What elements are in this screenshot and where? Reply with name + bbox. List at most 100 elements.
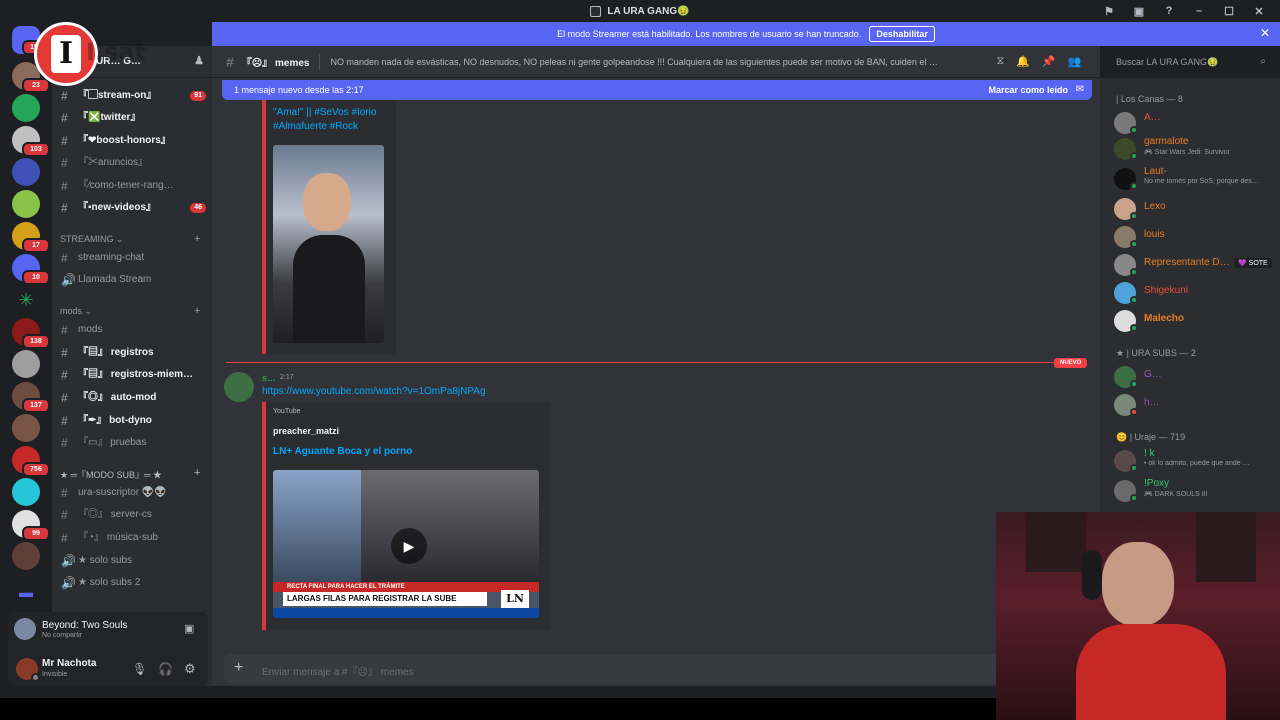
status-indicator [1130, 268, 1138, 276]
channel-boost-honors[interactable]: # 『❤boost-honors』 [58, 131, 208, 151]
search-input[interactable]: Buscar LA URA GANG🤢 ⌕ [1110, 52, 1272, 72]
youtube-embed: YouTube preacher_matzi LN+ Aguante Boca … [262, 402, 550, 630]
stream-icon[interactable]: ▣ [184, 622, 194, 635]
category-streaming[interactable]: STREAMING ⌄ + [60, 233, 200, 245]
member-item[interactable]: !Poxy 🎮 DARK SOULS III [1114, 478, 1280, 504]
member-item[interactable]: h… [1114, 392, 1280, 418]
new-messages-bar[interactable]: 1 mensaje nuevo desde las 2:17 Marcar co… [222, 80, 1092, 100]
webcam-overlay [996, 512, 1280, 720]
disable-streamer-button[interactable]: Deshabilitar [869, 26, 935, 42]
channel-solo-subs-2[interactable]: 🔊 ★ solo subs 2 [58, 573, 208, 593]
channel-musica-sub[interactable]: # 『◔』 música-sub [58, 528, 208, 548]
channel-llamada-stream[interactable]: 🔊 Llamada Stream [58, 270, 208, 290]
mention-badge: 17 [22, 238, 50, 253]
category-label: ★ ═『MODO SUB』═ ★ [60, 470, 162, 480]
server-icon[interactable] [12, 158, 40, 186]
channel-ura-suscriptor[interactable]: # ura-suscriptor 👽👽 [58, 483, 208, 503]
minimize-button[interactable]: – [1184, 5, 1214, 17]
bell-icon[interactable]: 🔔 [1016, 55, 1030, 68]
add-channel-icon[interactable]: + [194, 467, 200, 479]
message-link[interactable]: https://www.youtube.com/watch?v=1OmPa8jN… [262, 386, 486, 397]
channel-pruebas[interactable]: # 『▭』 pruebas [58, 433, 208, 453]
video-thumbnail[interactable]: ▶ RECTA FINAL PARA HACER EL TRÁMITE LARG… [273, 470, 539, 618]
embed-title[interactable]: LN+ Aguante Boca y el porno [273, 446, 412, 457]
mark-as-read-button[interactable]: Marcar como leído [988, 85, 1068, 95]
folder-icon[interactable]: ▬ [12, 578, 40, 606]
network-logo-icon: LN [501, 590, 529, 608]
server-icon[interactable] [12, 94, 40, 122]
screen-share-icon[interactable]: ▣ [1124, 5, 1154, 18]
chat-header: # 『☹』 memes NO manden nada de esvásticas… [212, 46, 1100, 78]
embed-line[interactable]: #Almafuerte #Rock [273, 120, 397, 134]
pin-icon[interactable]: 📌 [1042, 55, 1056, 68]
server-icon[interactable] [12, 414, 40, 442]
member-item[interactable]: Lexo [1114, 196, 1280, 222]
channel-topic[interactable]: NO manden nada de esvásticas, NO desnudo… [330, 57, 940, 67]
channel-mods[interactable]: # mods [58, 320, 208, 340]
category-mods[interactable]: mods ⌄ + [60, 305, 200, 317]
member-item[interactable]: G… [1114, 364, 1280, 390]
server-icon[interactable] [12, 542, 40, 570]
add-channel-icon[interactable]: + [194, 305, 200, 317]
headphones-icon[interactable]: 🎧 [158, 662, 173, 676]
channel-auto-mod[interactable]: # 『◎』 auto-mod [58, 388, 208, 408]
help-icon[interactable]: ? [1154, 5, 1184, 17]
play-icon[interactable]: ▶ [391, 528, 427, 564]
maximize-button[interactable]: ☐ [1214, 5, 1244, 18]
channel-label: 『❎twitter』 [78, 112, 141, 123]
server-icon[interactable] [12, 478, 40, 506]
server-icon[interactable]: ✳ [12, 286, 40, 314]
channel-label: 『✒』 bot-dyno [78, 415, 152, 426]
avatar[interactable] [224, 372, 254, 402]
message-author[interactable]: s… [262, 373, 276, 383]
channel-streaming-chat[interactable]: # streaming-chat [58, 248, 208, 268]
channel-stream-on[interactable]: # 『▢stream-on』 91 [58, 86, 208, 106]
close-icon[interactable]: ✕ [1260, 26, 1270, 40]
add-channel-icon[interactable]: + [194, 233, 200, 245]
server-icon[interactable] [12, 190, 40, 218]
channel-bot-dyno[interactable]: # 『✒』 bot-dyno [58, 411, 208, 431]
close-window-button[interactable]: ✕ [1244, 5, 1274, 18]
role-tag: 💜 SOTE [1234, 258, 1272, 268]
member-item[interactable]: Shigekuni [1114, 280, 1280, 306]
add-member-icon[interactable]: ♟ [194, 54, 204, 67]
member-name: Lexo [1144, 201, 1166, 212]
channel-registros-miembros[interactable]: # 『▤』 registros-miem… [58, 365, 208, 385]
embed: "Ama!" || #SeVos #Iorio #Almafuerte #Roc… [262, 100, 396, 354]
mention-badge: 91 [190, 91, 206, 101]
server-icon[interactable] [12, 350, 40, 378]
add-attachment-icon[interactable]: + [234, 659, 243, 677]
member-activity: No me tomés por SoS, porque des… [1144, 178, 1259, 185]
member-activity: 🎮 Star Wars Jedi: Survivor [1144, 149, 1230, 156]
channel-como-tener-rango[interactable]: # 『∕como-tener-rang… [58, 176, 208, 196]
logo-watermark: I.sat [86, 38, 146, 66]
embed-line[interactable]: "Ama!" || #SeVos #Iorio [273, 106, 397, 120]
channel-label: 『✂anuncios』 [78, 157, 149, 168]
channel-twitter[interactable]: # 『❎twitter』 [58, 108, 208, 128]
hash-icon: # [61, 179, 68, 193]
member-item[interactable]: ! k • ok lo admito, puede que ande … [1114, 448, 1280, 474]
channel-server-cs[interactable]: # 『◎』 server-cs [58, 505, 208, 525]
message-input[interactable]: + Enviar mensaje a #『☹』 memes [224, 654, 1084, 684]
hash-icon: # [61, 391, 68, 405]
embed-image[interactable] [273, 145, 384, 343]
member-list-icon[interactable]: 👥 [1068, 55, 1082, 68]
member-item[interactable]: louis [1114, 224, 1280, 250]
channel-anuncios[interactable]: # 『✂anuncios』 [58, 153, 208, 173]
channel-solo-subs[interactable]: 🔊 ★ solo subs [58, 551, 208, 571]
thumb-banner-top: RECTA FINAL PARA HACER EL TRÁMITE [273, 582, 539, 592]
member-item[interactable]: garmalote 🎮 Star Wars Jedi: Survivor [1114, 136, 1280, 162]
member-item[interactable]: Representante D… 💜 SOTE [1114, 252, 1280, 278]
hash-icon: # [61, 111, 68, 125]
microphone-icon[interactable]: 🎙 [132, 662, 147, 676]
member-item[interactable]: A… [1114, 110, 1280, 136]
embed-author[interactable]: preacher_matzi [273, 426, 339, 436]
member-item[interactable]: Laut- No me tomés por SoS, porque des… [1114, 166, 1280, 192]
threads-icon[interactable]: ⧖ [996, 55, 1004, 68]
channel-new-videos[interactable]: # 『▪new-videos』 46 [58, 198, 208, 218]
inbox-icon[interactable]: ⚑ [1094, 5, 1124, 18]
channel-registros[interactable]: # 『▤』 registros [58, 343, 208, 363]
member-item[interactable]: Malecho [1114, 308, 1280, 334]
category-modo-sub[interactable]: ★ ═『MODO SUB』═ ★ + [60, 467, 200, 481]
gear-icon[interactable]: ⚙ [184, 661, 196, 677]
